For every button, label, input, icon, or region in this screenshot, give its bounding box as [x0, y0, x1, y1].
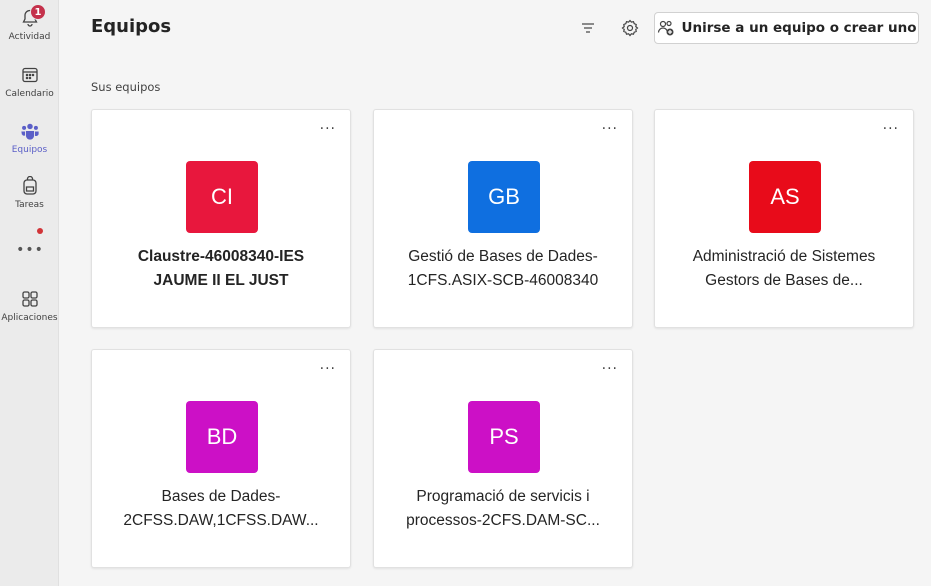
team-name: Programació de servicis i processos-2CFS…	[384, 485, 622, 533]
team-avatar: CI	[186, 161, 258, 233]
rail-item-actividad[interactable]: 1 Actividad	[0, 2, 59, 52]
section-label: Sus equipos	[91, 80, 161, 94]
apps-icon	[20, 289, 40, 309]
team-avatar: BD	[186, 401, 258, 473]
team-card[interactable]: ··· PS Programació de servicis i process…	[373, 349, 633, 568]
team-card[interactable]: ··· GB Gestió de Bases de Dades- 1CFS.AS…	[373, 109, 633, 328]
team-name-line: Gestors de Bases de...	[705, 272, 863, 289]
backpack-icon	[20, 176, 40, 196]
team-name-line: 1CFS.ASIX-SCB-46008340	[407, 272, 599, 289]
team-name-line: Programació de servicis i	[416, 488, 590, 505]
team-name-line: Administració de Sistemes	[692, 248, 876, 265]
team-name: Administració de Sistemes Gestors de Bas…	[665, 245, 903, 293]
join-button-label: Unirse a un equipo o crear uno	[681, 20, 917, 36]
team-name-line: Gestió de Bases de Dades-	[408, 248, 598, 265]
rail-item-aplicaciones[interactable]: Aplicaciones	[0, 283, 59, 333]
team-name-line: 2CFSS.DAW,1CFSS.DAW...	[123, 512, 319, 529]
more-options-icon[interactable]: ···	[602, 362, 618, 376]
gear-icon[interactable]	[619, 17, 641, 39]
team-avatar: PS	[468, 401, 540, 473]
page-title: Equipos	[91, 16, 172, 37]
teams-icon	[20, 121, 40, 141]
rail-label: Actividad	[8, 32, 51, 42]
team-card[interactable]: ··· BD Bases de Dades- 2CFSS.DAW,1CFSS.D…	[91, 349, 351, 568]
app-rail: 1 Actividad Calendario Equipos Tareas ••…	[0, 0, 59, 586]
more-apps-button[interactable]: •••	[16, 240, 44, 260]
team-card[interactable]: ··· CI Claustre-46008340-IES JAUME II EL…	[91, 109, 351, 328]
team-name: Claustre-46008340-IES JAUME II EL JUST	[102, 245, 340, 293]
teams-app: 1 Actividad Calendario Equipos Tareas ••…	[0, 0, 931, 586]
team-name-line: JAUME II EL JUST	[153, 272, 289, 289]
team-name-line: processos-2CFS.DAM-SC...	[406, 512, 600, 529]
team-name-line: Claustre-46008340-IES	[137, 248, 305, 265]
rail-item-calendario[interactable]: Calendario	[0, 59, 59, 109]
join-or-create-team-button[interactable]: Unirse a un equipo o crear uno	[654, 12, 919, 44]
team-card[interactable]: ··· AS Administració de Sistemes Gestors…	[654, 109, 914, 328]
filter-icon[interactable]	[577, 17, 599, 39]
rail-label: Aplicaciones	[1, 313, 58, 323]
more-options-icon[interactable]: ···	[320, 362, 336, 376]
notification-badge: 1	[30, 4, 46, 20]
team-name: Bases de Dades- 2CFSS.DAW,1CFSS.DAW...	[102, 485, 340, 533]
team-avatar: AS	[749, 161, 821, 233]
team-name-line: Bases de Dades-	[161, 488, 281, 505]
more-options-icon[interactable]: ···	[883, 122, 899, 136]
new-app-dot	[37, 228, 43, 234]
people-add-icon	[657, 19, 675, 37]
rail-label: Tareas	[15, 200, 44, 210]
team-name: Gestió de Bases de Dades- 1CFS.ASIX-SCB-…	[384, 245, 622, 293]
more-options-icon[interactable]: ···	[320, 122, 336, 136]
team-avatar: GB	[468, 161, 540, 233]
rail-item-equipos[interactable]: Equipos	[0, 115, 59, 165]
rail-label: Equipos	[11, 145, 48, 155]
more-options-icon[interactable]: ···	[602, 122, 618, 136]
rail-label: Calendario	[5, 89, 54, 99]
rail-item-tareas[interactable]: Tareas	[0, 170, 59, 220]
calendar-icon	[20, 65, 40, 85]
